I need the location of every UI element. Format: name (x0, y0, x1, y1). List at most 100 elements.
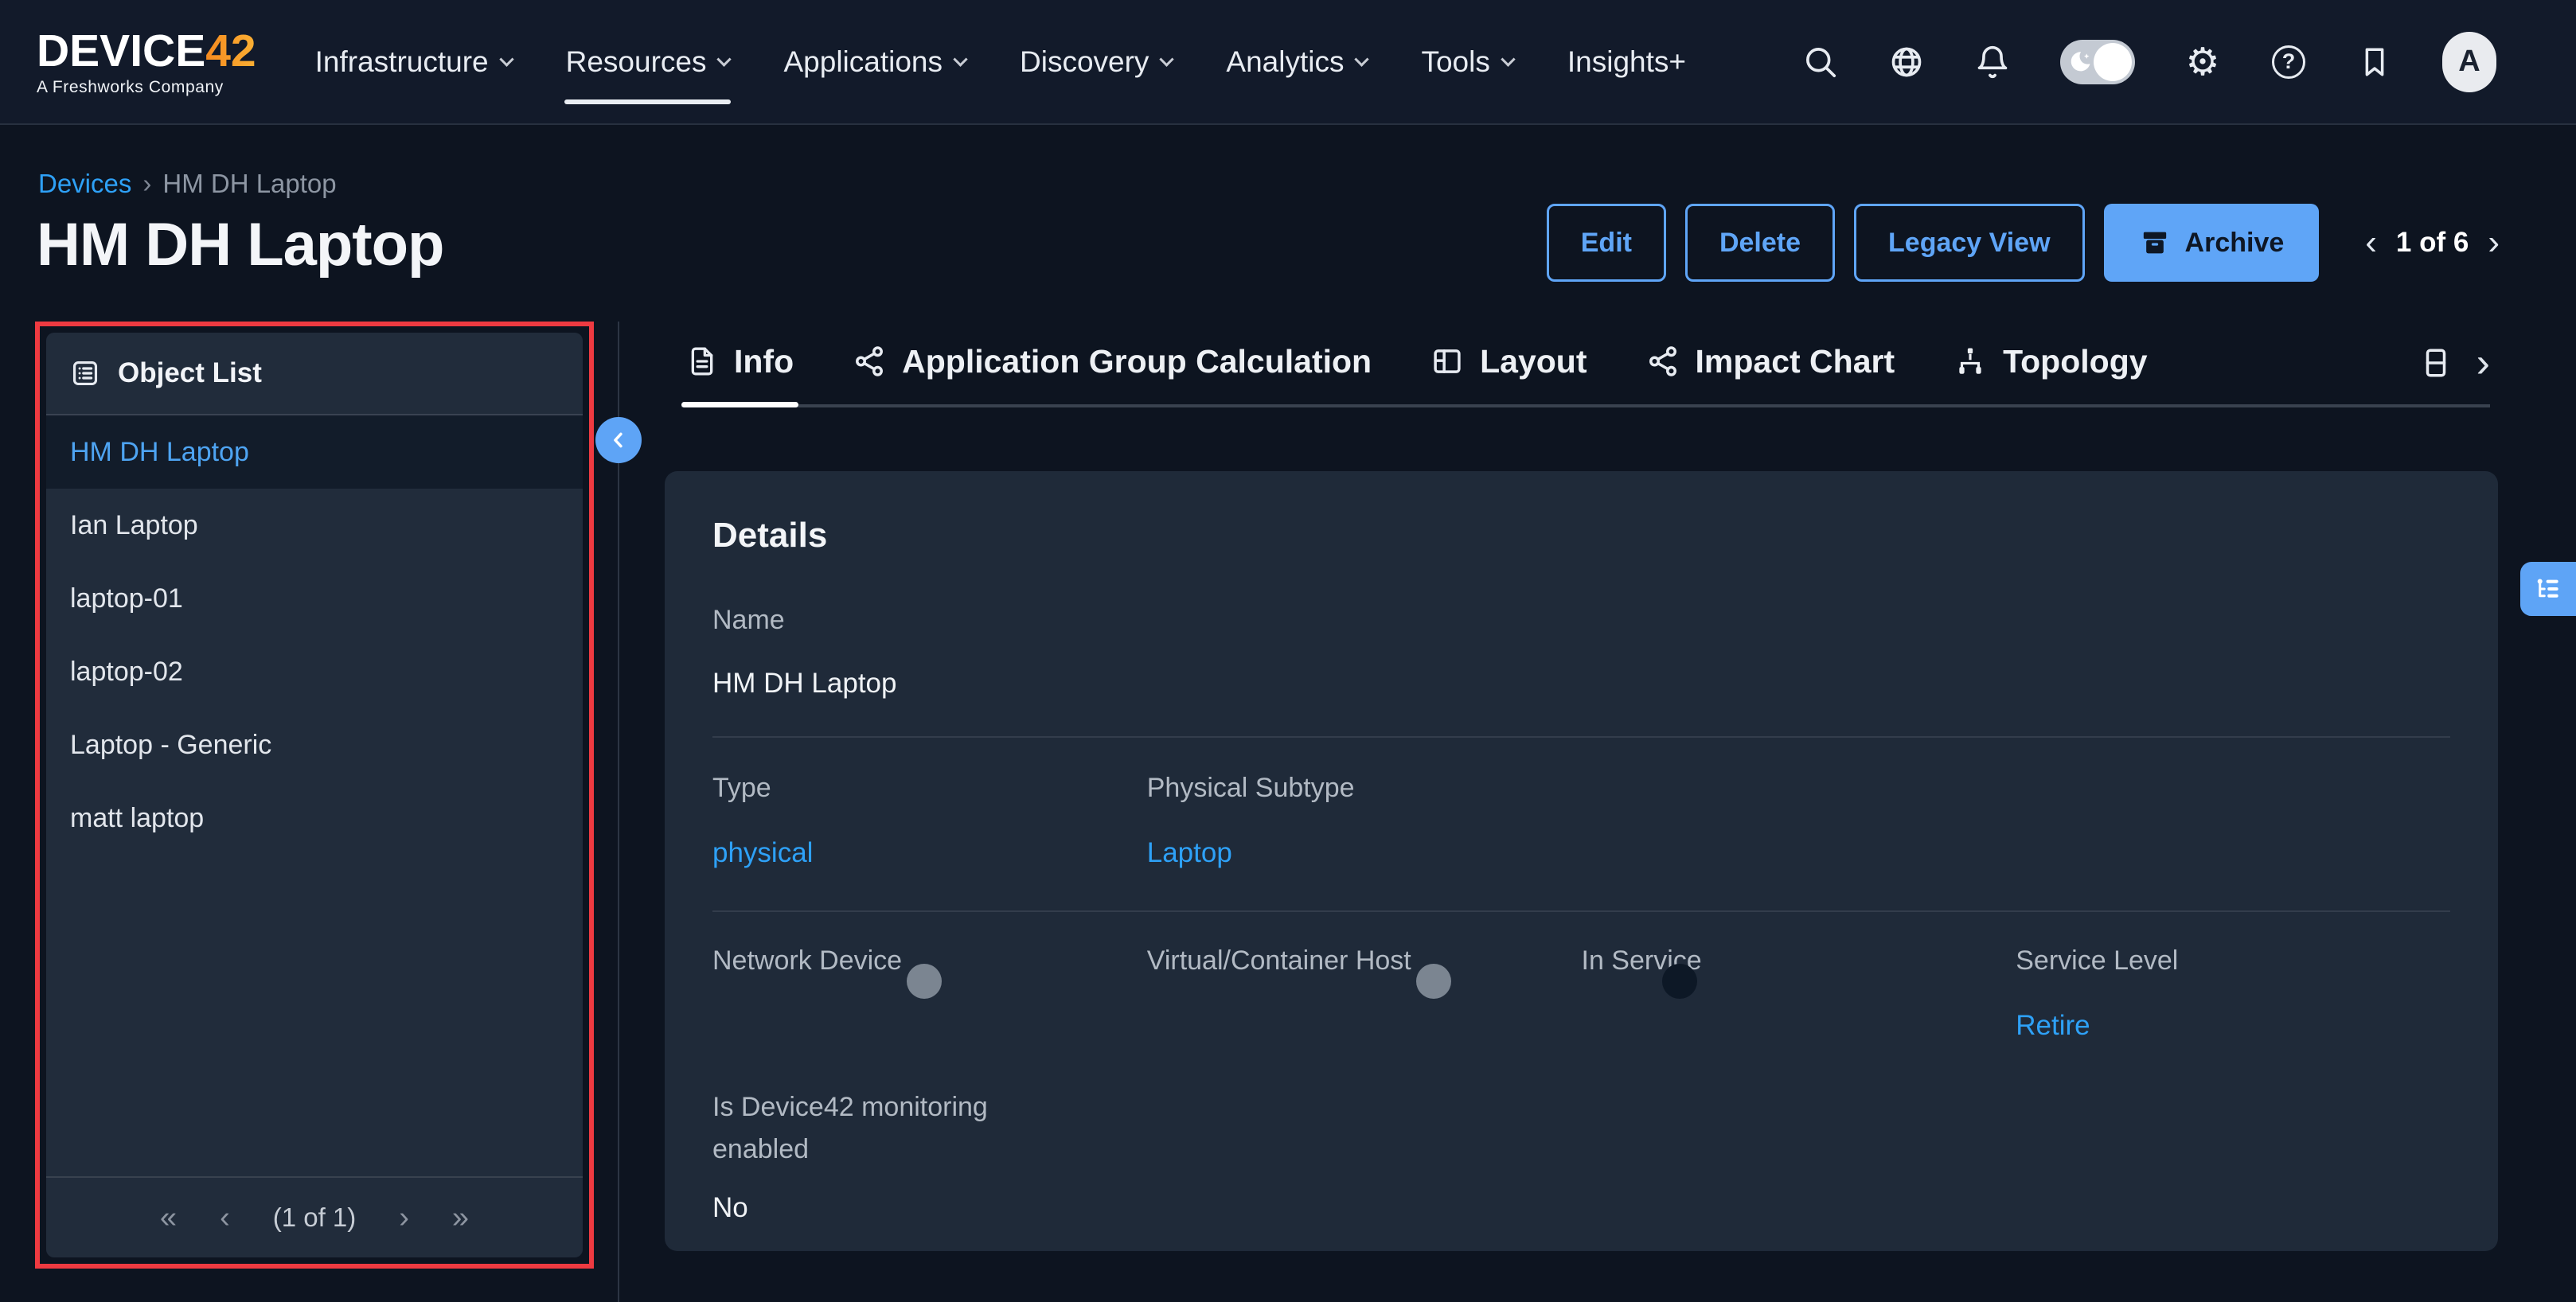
tab-label: Topology (2003, 343, 2147, 380)
breadcrumb-current: HM DH Laptop (162, 169, 336, 199)
nav-resources[interactable]: Resources (564, 41, 732, 84)
monitoring-value: No (712, 1192, 2450, 1224)
layout-icon (1430, 345, 1464, 378)
search-icon[interactable] (1802, 44, 1839, 80)
divider (712, 736, 2450, 738)
monitoring-field: Is Device42 monitoring enabled No (712, 1086, 2450, 1224)
page-title: HM DH Laptop (37, 210, 443, 279)
list-item-laptop-generic[interactable]: Laptop - Generic (46, 708, 583, 782)
nav-discovery[interactable]: Discovery (1018, 41, 1173, 84)
tab-info[interactable]: Info (681, 343, 798, 404)
tab-application-group-calculation[interactable]: Application Group Calculation (848, 343, 1376, 404)
tab-label: Info (734, 343, 794, 380)
nav-label: Insights+ (1567, 45, 1686, 79)
bell-icon[interactable] (1974, 44, 2011, 80)
type-field: Type physical (712, 773, 1147, 869)
brand-number: 42 (205, 25, 256, 76)
delete-button[interactable]: Delete (1685, 204, 1835, 282)
main-menu: Infrastructure Resources Applications Di… (314, 41, 1688, 84)
theme-toggle[interactable] (2060, 40, 2135, 84)
server-icon[interactable] (2419, 346, 2453, 380)
service-level-value-link[interactable]: Retire (2016, 1010, 2450, 1042)
top-navbar: DEVICE42 A Freshworks Company Infrastruc… (0, 0, 2576, 125)
question-mark: ? (2272, 45, 2305, 79)
list-item-ian-laptop[interactable]: Ian Laptop (46, 489, 583, 562)
globe-icon[interactable] (1888, 44, 1925, 80)
archive-icon (2139, 227, 2171, 259)
details-title: Details (712, 516, 2450, 555)
nav-insights[interactable]: Insights+ (1566, 41, 1688, 84)
nav-label: Applications (783, 45, 943, 79)
brand-wordmark: DEVICE42 (37, 29, 256, 74)
virtual-host-field: Virtual/Container Host (1147, 945, 1582, 1042)
next-page-icon[interactable]: › (399, 1203, 409, 1233)
list-item-laptop-02[interactable]: laptop-02 (46, 635, 583, 708)
archive-button[interactable]: Archive (2104, 204, 2320, 282)
divider (712, 910, 2450, 912)
tab-topology[interactable]: Topology (1949, 343, 2152, 404)
tabs-scroll-right-icon[interactable]: › (2476, 342, 2490, 384)
object-list-pager: « ‹ (1 of 1) › » (46, 1176, 583, 1257)
list-item-laptop-01[interactable]: laptop-01 (46, 562, 583, 635)
in-service-field: In Service (1582, 945, 2016, 1042)
molecule-icon (1646, 345, 1680, 378)
device42-logo[interactable]: DEVICE42 A Freshworks Company (37, 29, 256, 96)
document-icon (686, 345, 718, 377)
sidebar-collapse-button[interactable] (595, 417, 642, 463)
bookmark-icon[interactable] (2356, 44, 2393, 80)
nav-applications[interactable]: Applications (782, 41, 967, 84)
record-pager: ‹ 1 of 6 › (2365, 225, 2500, 260)
user-avatar[interactable]: A (2442, 32, 2496, 92)
nav-tools[interactable]: Tools (1419, 41, 1514, 84)
archive-label: Archive (2185, 228, 2285, 259)
first-page-icon[interactable]: « (160, 1203, 177, 1233)
chevron-down-icon (953, 52, 967, 66)
toggle-knob (1662, 964, 1697, 999)
gear-icon[interactable]: ⚙ (2184, 44, 2221, 80)
tab-label: Impact Chart (1696, 343, 1895, 380)
network-device-label: Network Device (712, 945, 902, 976)
nav-label: Tools (1421, 45, 1489, 79)
tab-layout[interactable]: Layout (1426, 343, 1591, 404)
network-device-field: Network Device (712, 945, 1147, 1042)
theme-toggle-knob (2094, 43, 2132, 81)
tab-label: Layout (1480, 343, 1587, 380)
toggle-knob (907, 964, 942, 999)
service-level-label: Service Level (2016, 945, 2178, 976)
brand-name: DEVICE (37, 25, 205, 76)
nav-analytics[interactable]: Analytics (1224, 41, 1368, 84)
list-icon (70, 358, 100, 388)
details-card: Details Name HM DH Laptop Type physical … (665, 471, 2498, 1251)
tree-view-button[interactable] (2520, 562, 2576, 616)
prev-page-icon[interactable]: ‹ (220, 1203, 230, 1233)
last-page-icon[interactable]: » (452, 1203, 469, 1233)
detail-tabs: Info Application Group Calculation Layou… (681, 342, 2490, 407)
chevron-down-icon (499, 52, 513, 66)
object-list-title: Object List (118, 357, 262, 389)
legacy-view-button[interactable]: Legacy View (1854, 204, 2085, 282)
type-value-link[interactable]: physical (712, 837, 1147, 869)
list-item-matt-laptop[interactable]: matt laptop (46, 782, 583, 855)
brand-subtitle: A Freshworks Company (37, 79, 256, 96)
topology-icon (1953, 345, 1987, 378)
help-icon[interactable]: ? (2270, 44, 2307, 80)
prev-record-icon[interactable]: ‹ (2365, 225, 2377, 260)
next-record-icon[interactable]: › (2488, 225, 2500, 260)
nav-label: Resources (566, 45, 707, 79)
content-vertical-divider (618, 322, 619, 1302)
physical-subtype-field: Physical Subtype Laptop (1147, 773, 1582, 869)
nav-label: Discovery (1020, 45, 1149, 79)
breadcrumb-devices-link[interactable]: Devices (38, 169, 131, 199)
list-item-hm-dh-laptop[interactable]: HM DH Laptop (46, 415, 583, 489)
virtual-host-label: Virtual/Container Host (1147, 945, 1411, 976)
record-pager-label: 1 of 6 (2396, 227, 2469, 259)
object-list-annotation-box: Object List HM DH Laptop Ian Laptop lapt… (35, 322, 594, 1269)
edit-button[interactable]: Edit (1547, 204, 1666, 282)
tab-impact-chart[interactable]: Impact Chart (1641, 343, 1900, 404)
nav-infrastructure[interactable]: Infrastructure (314, 41, 513, 84)
physical-subtype-value-link[interactable]: Laptop (1147, 837, 1582, 869)
breadcrumb: Devices › HM DH Laptop (38, 169, 337, 199)
name-value: HM DH Laptop (712, 668, 2450, 700)
name-label: Name (712, 605, 2450, 636)
type-label: Type (712, 773, 771, 803)
